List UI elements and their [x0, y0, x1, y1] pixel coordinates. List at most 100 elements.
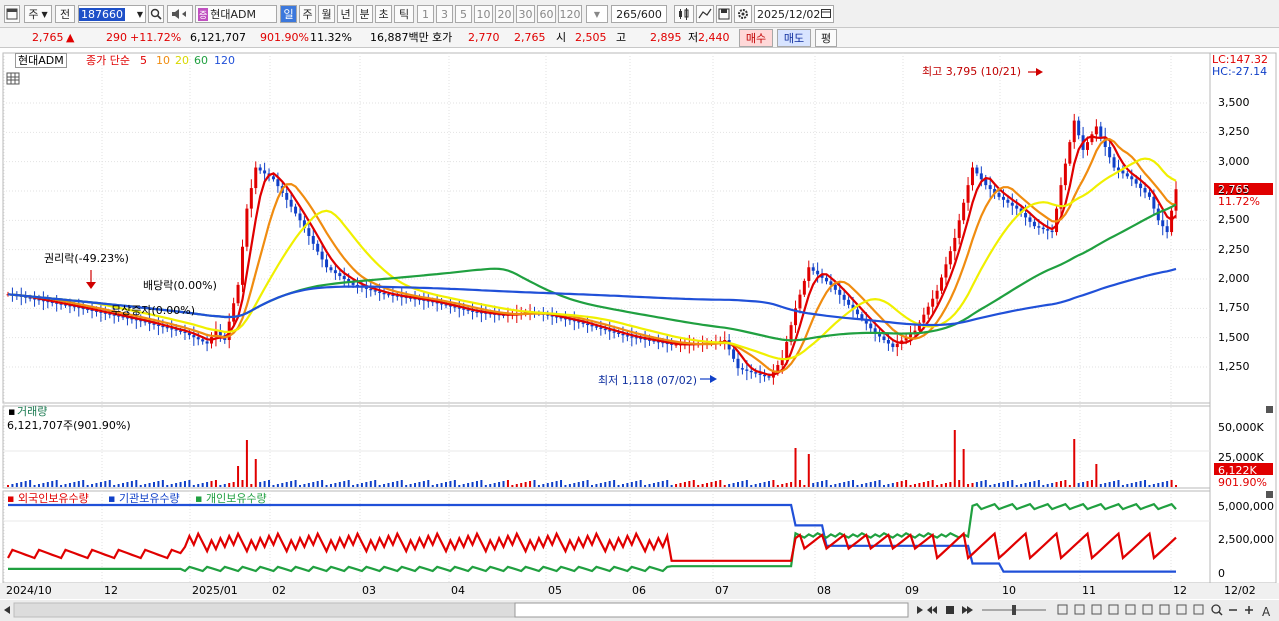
volume-bar [223, 484, 226, 487]
candle-body [940, 277, 944, 291]
grid-icon[interactable] [6, 72, 20, 85]
candle-body [824, 277, 828, 282]
candle-body [732, 349, 736, 359]
period-week-button[interactable]: 주 [299, 5, 316, 23]
period-second-button[interactable]: 초 [375, 5, 392, 23]
x-axis-label: 12/02 [1224, 584, 1256, 597]
volume-bar [1024, 483, 1027, 487]
candle-body [1068, 142, 1072, 164]
volume-bar [312, 482, 315, 487]
volume-bar [648, 484, 651, 487]
candle-body [847, 299, 851, 305]
speaker-icon[interactable] [167, 5, 193, 23]
candle-body [997, 192, 1001, 197]
save-icon[interactable] [716, 5, 732, 23]
period-month-button[interactable]: 월 [318, 5, 335, 23]
interval-1-button[interactable]: 1 [417, 5, 434, 23]
quote-bar: 2,765 ▲ 290 +11.72% 6,121,707 901.90% 11… [0, 28, 1279, 48]
count-field[interactable]: 265/600 [611, 5, 667, 23]
volume-bar [617, 485, 620, 487]
zoom-slider-thumb[interactable] [1012, 605, 1016, 615]
line-tool-icon[interactable] [696, 5, 714, 23]
chart-area[interactable]: A [0, 50, 1279, 621]
candle-body [1006, 199, 1010, 203]
volume-bar [95, 483, 98, 487]
volume-bar [533, 480, 536, 487]
open-label: 시 [556, 31, 567, 44]
volume-bar [905, 480, 908, 487]
stock-name-field[interactable]: 증 현대ADM [195, 5, 277, 23]
volume-bar [462, 484, 465, 487]
candle-body [1077, 120, 1081, 136]
volume-bar [214, 480, 217, 487]
period-day-button[interactable]: 일 [280, 5, 297, 23]
price-tick: 2,000 [1218, 272, 1250, 285]
volume-bar [157, 481, 160, 487]
font-size-icon[interactable]: A [1262, 605, 1271, 619]
volume-bar [170, 484, 173, 487]
interval-select[interactable]: ▼ [586, 5, 608, 23]
candle-body [612, 331, 616, 333]
price-tick: 1,500 [1218, 330, 1250, 344]
scroll-thumb[interactable] [514, 602, 909, 618]
candle-body [603, 328, 607, 331]
volume-bar [847, 481, 850, 487]
period-minute-button[interactable]: 분 [356, 5, 373, 23]
horizontal-scrollbar[interactable] [13, 602, 525, 618]
volume-bar [595, 484, 598, 487]
maximize-icon[interactable] [1266, 491, 1273, 498]
volume-bar [520, 483, 523, 487]
date-field[interactable]: 2025/12/02 [754, 5, 834, 23]
volume-bar [883, 485, 885, 487]
candle-body [608, 330, 612, 332]
volume-bar [568, 484, 571, 487]
volume-bar [679, 483, 682, 487]
code-input[interactable]: 187660 ▼ [78, 5, 146, 23]
window-icon[interactable] [4, 5, 20, 23]
period-year-button[interactable]: 년 [337, 5, 354, 23]
interval-60-button[interactable]: 60 [537, 5, 556, 23]
volume-bar [148, 483, 151, 487]
volume-bar [759, 483, 762, 487]
buy-button[interactable]: 매수 [739, 29, 773, 47]
interval-30-button[interactable]: 30 [516, 5, 535, 23]
volume-bar [449, 481, 452, 487]
period-tick-button[interactable]: 틱 [394, 5, 414, 23]
candle-icon[interactable] [674, 5, 694, 23]
candle-body [1121, 170, 1125, 174]
volume-bar [1139, 481, 1142, 487]
volume-bar [179, 482, 182, 487]
mode-button[interactable]: 전 [55, 5, 75, 23]
candle-body [957, 220, 961, 238]
candle-body [1072, 120, 1076, 143]
volume-bar [1051, 483, 1054, 487]
maximize-icon[interactable] [1266, 406, 1273, 413]
market-select[interactable]: 주 ▼ [24, 5, 52, 23]
candle-body [1143, 188, 1147, 193]
volume-bar [1113, 481, 1116, 487]
candle-body [271, 176, 275, 180]
candle-body [289, 199, 293, 207]
volume-bar [369, 481, 372, 487]
volume-bar [918, 483, 921, 487]
volume-bar [285, 482, 288, 487]
interval-20-button[interactable]: 20 [495, 5, 514, 23]
interval-120-button[interactable]: 120 [558, 5, 582, 23]
x-axis-label: 2025/01 [192, 584, 238, 597]
search-icon[interactable] [148, 5, 164, 23]
x-axis-label: 10 [1002, 584, 1016, 597]
candle-body [745, 369, 749, 371]
volume-bar [1037, 480, 1040, 487]
candle-body [754, 372, 758, 374]
interval-5-button[interactable]: 5 [455, 5, 472, 23]
price-change-pct: +11.72% [130, 31, 182, 44]
interval-10-button[interactable]: 10 [474, 5, 493, 23]
gear-icon[interactable] [734, 5, 752, 23]
avg-button[interactable]: 평 [815, 29, 837, 47]
volume-bar [276, 484, 279, 487]
volume-bar [192, 485, 195, 487]
volume-bar [1059, 481, 1062, 487]
sell-button[interactable]: 매도 [777, 29, 811, 47]
volume-bar [60, 485, 63, 487]
interval-3-button[interactable]: 3 [436, 5, 453, 23]
